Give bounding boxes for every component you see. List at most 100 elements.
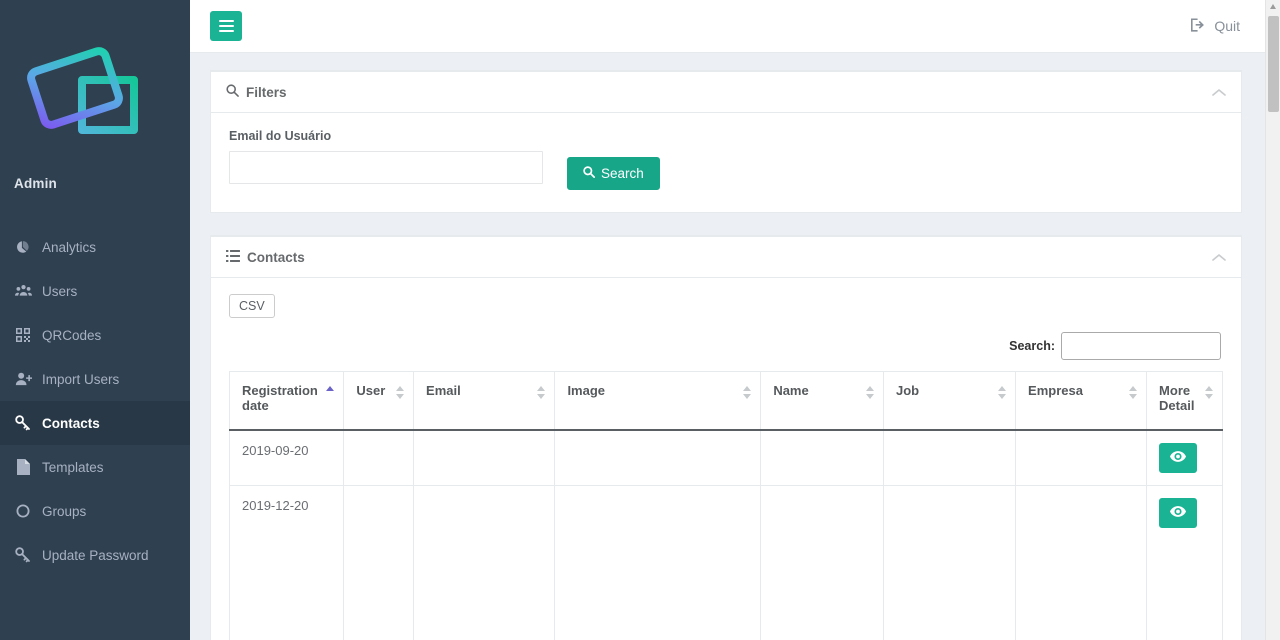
page-scrollbar[interactable] xyxy=(1265,0,1280,640)
panels-container: Filters Email do Usuário xyxy=(190,53,1280,640)
column-header-email[interactable]: Email xyxy=(414,372,555,430)
hamburger-icon[interactable] xyxy=(210,11,242,41)
brand-name: Admin xyxy=(14,176,57,191)
topbar: Quit xyxy=(190,0,1280,53)
sidebar-item-contacts[interactable]: Contacts xyxy=(0,401,190,445)
column-label: Image xyxy=(567,383,605,398)
cell-name xyxy=(761,485,884,640)
filters-panel-body: Email do Usuário Search xyxy=(211,113,1241,212)
sidebar-item-qrcodes[interactable]: QRCodes xyxy=(0,313,190,357)
sidebar-item-update-password[interactable]: Update Password xyxy=(0,533,190,577)
cell-job xyxy=(884,430,1016,486)
filters-panel-header: Filters xyxy=(211,72,1241,113)
cell-job xyxy=(884,485,1016,640)
chevron-up-icon[interactable] xyxy=(1212,253,1226,262)
email-input[interactable] xyxy=(229,151,543,184)
column-label: Empresa xyxy=(1028,383,1083,398)
cell-image xyxy=(555,430,761,486)
contacts-table: Registration date User Email xyxy=(229,371,1223,640)
column-header-more-detail[interactable]: More Detail xyxy=(1147,372,1223,430)
table-row: 2019-12-20 xyxy=(230,485,1223,640)
column-header-user[interactable]: User xyxy=(344,372,414,430)
sidebar-brand: Admin xyxy=(0,0,190,225)
scrollbar-thumb[interactable] xyxy=(1268,16,1279,112)
sidebar-item-import-users[interactable]: Import Users xyxy=(0,357,190,401)
table-search-group: Search: xyxy=(229,332,1223,360)
chevron-up-icon[interactable] xyxy=(1212,88,1226,97)
sidebar-item-label: Analytics xyxy=(42,240,96,255)
column-label: Registration date xyxy=(242,383,318,413)
cell-user xyxy=(344,485,414,640)
key-icon xyxy=(14,415,32,431)
sort-toggle-icon xyxy=(866,386,875,402)
file-icon xyxy=(14,459,32,475)
table-header-row: Registration date User Email xyxy=(230,372,1223,430)
filter-row: Email do Usuário Search xyxy=(229,129,1223,190)
scroll-up-arrow-icon[interactable] xyxy=(1270,4,1276,9)
sidebar-item-label: Templates xyxy=(42,460,104,475)
contacts-panel: Contacts CSV Search: xyxy=(210,235,1242,640)
sidebar-item-label: Contacts xyxy=(42,416,100,431)
sidebar-item-groups[interactable]: Groups xyxy=(0,489,190,533)
csv-export-button[interactable]: CSV xyxy=(229,294,275,318)
sidebar-item-users[interactable]: Users xyxy=(0,269,190,313)
quit-button[interactable]: Quit xyxy=(1191,18,1262,35)
contacts-panel-body: CSV Search: Registration date xyxy=(211,278,1241,640)
eye-icon xyxy=(1170,505,1186,520)
filters-panel-title: Filters xyxy=(246,85,287,100)
cell-email xyxy=(414,485,555,640)
user-plus-icon xyxy=(14,371,32,387)
filters-panel-title-group: Filters xyxy=(226,84,287,100)
sign-out-icon xyxy=(1191,18,1206,35)
contacts-table-head: Registration date User Email xyxy=(230,372,1223,430)
column-label: Job xyxy=(896,383,919,398)
sort-toggle-icon xyxy=(743,386,752,402)
quit-label: Quit xyxy=(1214,18,1240,34)
sidebar-item-label: Import Users xyxy=(42,372,119,387)
column-label: Email xyxy=(426,383,461,398)
column-label: More Detail xyxy=(1159,383,1194,413)
qrcode-icon xyxy=(14,327,32,343)
sort-toggle-icon xyxy=(396,386,405,402)
sidebar: Admin Analytics xyxy=(0,0,190,640)
table-search-input[interactable] xyxy=(1061,332,1221,360)
column-header-empresa[interactable]: Empresa xyxy=(1016,372,1147,430)
cell-user xyxy=(344,430,414,486)
filters-panel: Filters Email do Usuário xyxy=(210,70,1242,213)
sidebar-item-analytics[interactable]: Analytics xyxy=(0,225,190,269)
hamburger-bar xyxy=(219,20,234,22)
contacts-panel-title: Contacts xyxy=(247,250,305,265)
list-icon xyxy=(226,250,240,265)
cell-registration-date: 2019-12-20 xyxy=(230,485,344,640)
column-label: Name xyxy=(773,383,808,398)
sort-toggle-icon xyxy=(537,386,546,402)
search-icon xyxy=(226,84,239,100)
table-search-label: Search: xyxy=(1009,339,1055,353)
column-header-name[interactable]: Name xyxy=(761,372,884,430)
view-detail-button[interactable] xyxy=(1159,443,1197,473)
circle-icon xyxy=(14,503,32,519)
view-detail-button[interactable] xyxy=(1159,498,1197,528)
column-header-job[interactable]: Job xyxy=(884,372,1016,430)
column-header-registration-date[interactable]: Registration date xyxy=(230,372,344,430)
cell-more-detail xyxy=(1147,485,1223,640)
email-field-label: Email do Usuário xyxy=(229,129,543,143)
eye-icon xyxy=(1170,450,1186,465)
hamburger-bar xyxy=(219,25,234,27)
cell-image xyxy=(555,485,761,640)
column-label: User xyxy=(356,383,385,398)
sidebar-item-templates[interactable]: Templates xyxy=(0,445,190,489)
sidebar-item-label: Users xyxy=(42,284,77,299)
table-row: 2019-09-20 xyxy=(230,430,1223,486)
sort-toggle-icon xyxy=(998,386,1007,402)
sort-ascending-icon xyxy=(326,386,335,402)
sort-toggle-icon xyxy=(1205,386,1214,402)
contacts-panel-header: Contacts xyxy=(211,237,1241,278)
column-header-image[interactable]: Image xyxy=(555,372,761,430)
cell-email xyxy=(414,430,555,486)
search-button[interactable]: Search xyxy=(567,157,660,190)
sidebar-nav: Analytics Users xyxy=(0,225,190,577)
two-cards-logo xyxy=(22,38,152,148)
cell-more-detail xyxy=(1147,430,1223,486)
cell-registration-date: 2019-09-20 xyxy=(230,430,344,486)
